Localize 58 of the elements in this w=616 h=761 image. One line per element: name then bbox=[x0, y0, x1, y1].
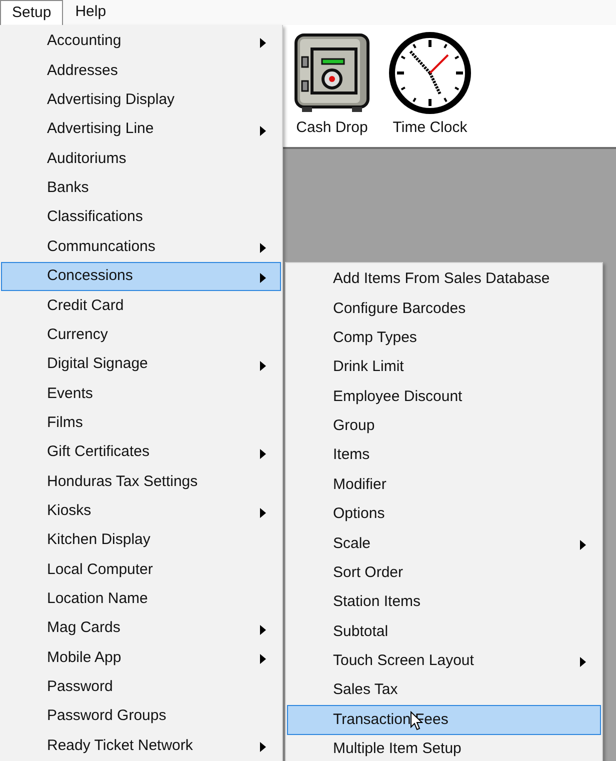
menu-item[interactable]: Group bbox=[287, 412, 601, 442]
menu-item[interactable]: Events bbox=[1, 379, 281, 408]
submenu-arrow-icon bbox=[260, 654, 266, 664]
menu-item[interactable]: Items bbox=[287, 441, 601, 470]
submenu-arrow-icon bbox=[260, 624, 266, 635]
menu-item[interactable]: Ready Ticket Network bbox=[1, 731, 281, 761]
menu-item[interactable]: Accounting bbox=[1, 27, 281, 56]
menu-item[interactable]: Drink Limit bbox=[287, 353, 601, 382]
menu-item[interactable]: Password bbox=[1, 672, 281, 702]
menu-bar-item[interactable]: Help bbox=[63, 0, 118, 25]
submenu-arrow-icon bbox=[260, 360, 266, 371]
menu-item[interactable]: Concessions bbox=[1, 262, 281, 292]
menu-item[interactable]: Sort Order bbox=[287, 558, 601, 588]
menu-item[interactable]: Honduras Tax Settings bbox=[1, 467, 281, 496]
menu-bar-item[interactable]: Setup bbox=[0, 0, 64, 25]
menu-item[interactable]: Advertising Line bbox=[1, 115, 281, 144]
menu-item[interactable]: Mobile App bbox=[1, 643, 281, 673]
submenu-arrow-icon bbox=[260, 508, 266, 518]
menu-item[interactable]: Auditoriums bbox=[1, 144, 281, 174]
menu-item[interactable]: Local Computer bbox=[1, 555, 281, 585]
menu-item[interactable]: Mag Cards bbox=[1, 614, 281, 644]
menu-item[interactable]: Kiosks bbox=[1, 496, 281, 526]
menu-item[interactable]: Modifier bbox=[287, 470, 601, 500]
menu-item[interactable]: Gift Certificates bbox=[1, 438, 281, 468]
menu-item[interactable]: Scale bbox=[287, 529, 601, 558]
submenu-arrow-icon bbox=[260, 38, 266, 48]
menu-item[interactable]: Advertising Display bbox=[1, 86, 281, 116]
menu-item[interactable]: Films bbox=[1, 408, 281, 438]
submenu-arrow-icon bbox=[260, 126, 266, 136]
toolbar-button[interactable]: Time Clock bbox=[388, 31, 472, 140]
submenu-arrow-icon bbox=[260, 742, 266, 752]
menu-item[interactable]: Add Items From Sales Database bbox=[287, 265, 601, 294]
menu-item[interactable]: Digital Signage bbox=[1, 350, 281, 380]
submenu-arrow-icon bbox=[260, 272, 266, 283]
menu-item[interactable]: Classifications bbox=[1, 203, 281, 232]
toolbar-button[interactable]: Cash Drop bbox=[290, 31, 374, 140]
menu-item[interactable]: Kitchen Display bbox=[1, 526, 281, 556]
submenu-arrow-icon bbox=[260, 448, 266, 459]
menu-item[interactable]: Comp Types bbox=[287, 324, 601, 354]
menu-item[interactable]: Currency bbox=[1, 320, 281, 350]
menu-item[interactable]: Banks bbox=[1, 174, 281, 204]
menu-item[interactable]: Addresses bbox=[1, 56, 281, 86]
submenu-arrow-icon bbox=[580, 657, 586, 668]
menu-item[interactable]: Configure Barcodes bbox=[287, 294, 601, 324]
menu-item[interactable]: Communcations bbox=[1, 232, 281, 262]
menu-item[interactable]: Password Groups bbox=[1, 702, 281, 732]
menu-item[interactable]: Credit Card bbox=[1, 291, 281, 320]
menu-item[interactable]: Options bbox=[287, 500, 601, 530]
menu-item[interactable]: Touch Screen Layout bbox=[287, 646, 601, 676]
menu-item[interactable]: Multiple Item Setup bbox=[287, 734, 601, 761]
menu-item[interactable]: Location Name bbox=[1, 584, 281, 614]
submenu-arrow-icon bbox=[580, 540, 586, 550]
menu-item[interactable]: Sales Tax bbox=[287, 676, 601, 706]
clock-icon bbox=[388, 31, 472, 115]
menu-item[interactable]: Station Items bbox=[287, 588, 601, 618]
menu-item[interactable]: Employee Discount bbox=[287, 382, 601, 412]
submenu-arrow-icon bbox=[260, 243, 266, 254]
menu-item[interactable]: Subtotal bbox=[287, 617, 601, 646]
